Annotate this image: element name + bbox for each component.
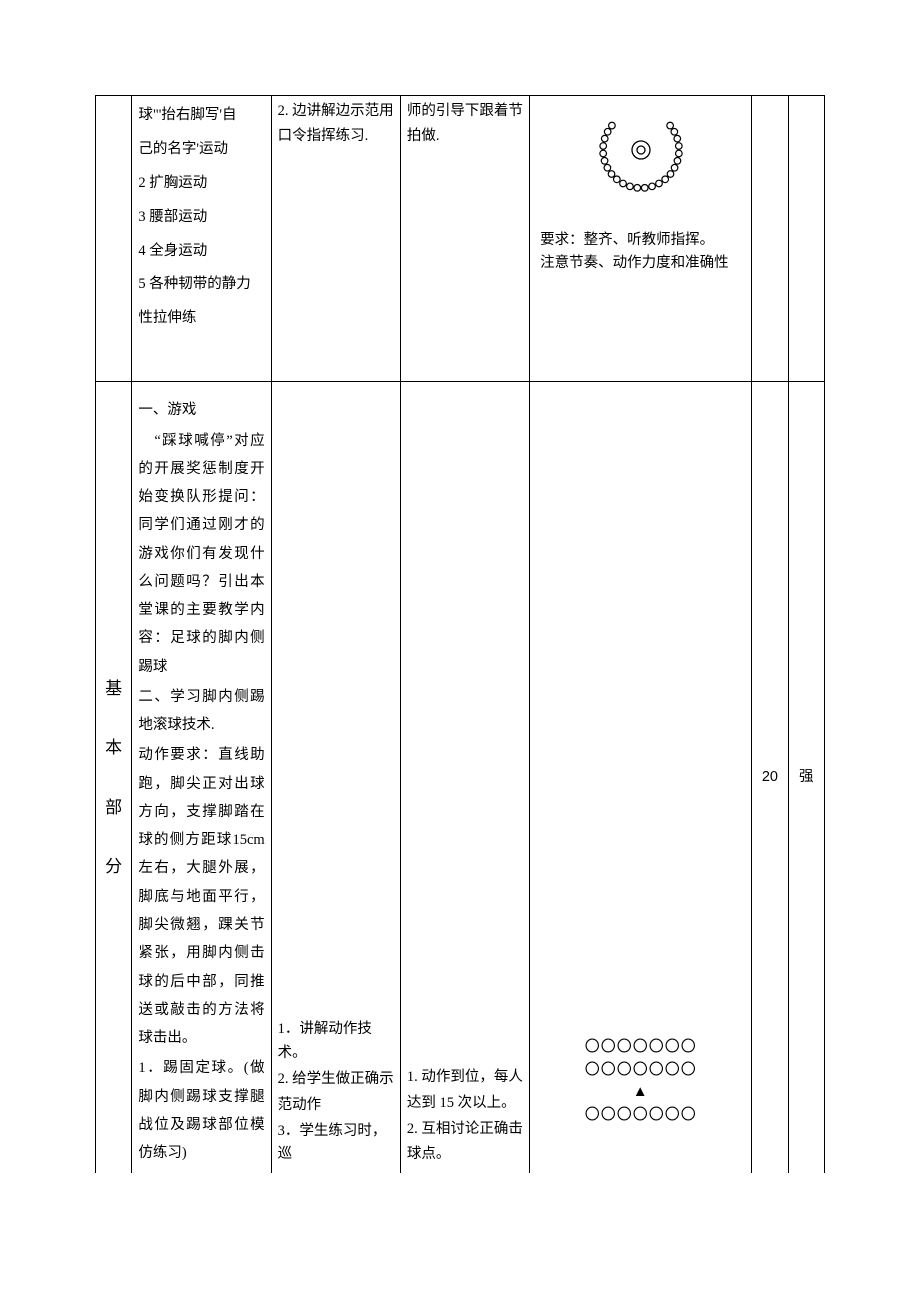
text-line: 5 各种韧带的静力 — [138, 269, 264, 301]
text-line: 球点。 — [407, 1143, 523, 1167]
text-line: 2 扩胸运动 — [138, 168, 264, 200]
text-line: 1. 动作到位，每人 — [407, 1066, 523, 1090]
table-row: 基 本 部 分 一、游戏 “踩球喊停”对应的开展奖惩制度开始变换队形提问：同学们… — [96, 382, 825, 1174]
intensity-cell: 强 — [788, 382, 824, 1174]
text-line: 二、学习脚内侧踢地滚球技术. — [138, 683, 264, 740]
formation-row: 〇〇〇〇〇〇〇 — [536, 1059, 745, 1082]
intensity-cell — [788, 96, 824, 382]
time-cell — [752, 96, 788, 382]
text-line: 一、游戏 — [138, 396, 264, 424]
text-line: 3．学生练习时，巡 — [278, 1120, 394, 1168]
formation-row: 〇〇〇〇〇〇〇 — [536, 1036, 745, 1059]
organization-cell: 要求：整齐、听教师指挥。 注意节奏、动作力度和准确性 — [530, 96, 752, 382]
text-paragraph: “踩球喊停”对应的开展奖惩制度开始变换队形提问：同学们通过刚才的游戏你们有发现什… — [138, 427, 264, 681]
formation-diagram — [536, 100, 745, 211]
text-line: 口令指挥练习. — [278, 125, 394, 148]
teacher-activity-cell: 2. 边讲解边示范用 口令指挥练习. — [271, 96, 400, 382]
student-activity-cell: 师的引导下跟着节 拍做. — [400, 96, 529, 382]
formation-teacher-marker: ▲ — [536, 1081, 745, 1104]
text-line: 范动作 — [278, 1094, 394, 1118]
text-line: 球"'抬右脚写'自 — [138, 100, 264, 132]
document-page: 球"'抬右脚写'自 己的名字'运动 2 扩胸运动 3 腰部运动 4 全身运动 5… — [0, 0, 920, 1302]
section-label-char: 本 — [102, 718, 125, 778]
text-line: 师的引导下跟着节 — [407, 100, 523, 123]
text-line: 2. 互相讨论正确击 — [407, 1118, 523, 1142]
student-activity-cell: 1. 动作到位，每人 达到 15 次以上。 2. 互相讨论正确击 球点。 — [400, 382, 529, 1174]
requirement-text: 注意节奏、动作力度和准确性 — [540, 252, 741, 275]
section-label-char: 分 — [102, 837, 125, 897]
section-label-char: 部 — [102, 778, 125, 838]
text-line: 4 全身运动 — [138, 236, 264, 268]
text-line: 拍做. — [407, 125, 523, 148]
teacher-activity-cell: 1．讲解动作技术。 2. 给学生做正确示 范动作 3．学生练习时，巡 — [271, 382, 400, 1174]
formation-row: 〇〇〇〇〇〇〇 — [536, 1104, 745, 1127]
lesson-plan-table: 球"'抬右脚写'自 己的名字'运动 2 扩胸运动 3 腰部运动 4 全身运动 5… — [95, 95, 825, 1173]
section-label-cell — [96, 96, 132, 382]
text-line: 达到 15 次以上。 — [407, 1092, 523, 1116]
organization-cell: 〇〇〇〇〇〇〇 〇〇〇〇〇〇〇 ▲ 〇〇〇〇〇〇〇 — [530, 382, 752, 1174]
text-paragraph: 动作要求：直线助跑，脚尖正对出球方向，支撑脚踏在球的侧方距球15cm 左右，大腿… — [138, 741, 264, 1052]
text-paragraph: 1．踢固定球。(做脚内侧踢球支撑腿战位及踢球部位模仿练习) — [138, 1054, 264, 1167]
content-cell: 球"'抬右脚写'自 己的名字'运动 2 扩胸运动 3 腰部运动 4 全身运动 5… — [132, 96, 271, 382]
time-cell: 20 — [752, 382, 788, 1174]
text-line: 己的名字'运动 — [138, 134, 264, 166]
text-line: 1．讲解动作技术。 — [278, 1018, 394, 1066]
text-line: 2. 给学生做正确示 — [278, 1068, 394, 1092]
section-label-char: 基 — [102, 659, 125, 719]
table-row: 球"'抬右脚写'自 己的名字'运动 2 扩胸运动 3 腰部运动 4 全身运动 5… — [96, 96, 825, 382]
text-line: 3 腰部运动 — [138, 202, 264, 234]
section-label-cell: 基 本 部 分 — [96, 382, 132, 1174]
text-line: 2. 边讲解边示范用 — [278, 100, 394, 123]
formation-diagram: 〇〇〇〇〇〇〇 〇〇〇〇〇〇〇 ▲ 〇〇〇〇〇〇〇 — [536, 1036, 745, 1126]
text-line: 性拉伸练 — [138, 303, 264, 335]
content-cell: 一、游戏 “踩球喊停”对应的开展奖惩制度开始变换队形提问：同学们通过刚才的游戏你… — [132, 382, 271, 1174]
requirement-text: 要求：整齐、听教师指挥。 — [540, 229, 741, 252]
